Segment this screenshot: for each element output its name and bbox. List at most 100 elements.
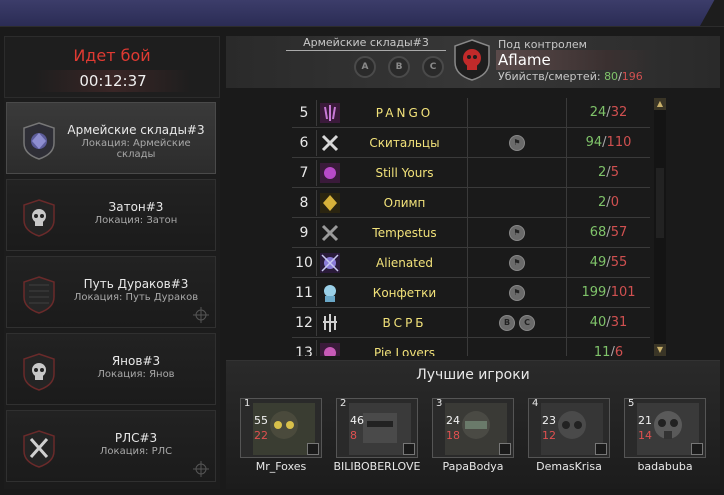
player-name: badabuba: [637, 460, 693, 473]
player-card[interactable]: 2 46 8: [336, 398, 418, 458]
clan-row[interactable]: 5 PANGO 24/32: [292, 98, 650, 128]
location-name: РЛС#3: [114, 431, 158, 445]
player-clan-icon: [499, 443, 511, 455]
clan-emblem-icon: [319, 102, 340, 123]
clan-list-scrollbar[interactable]: ▲ ▼: [654, 98, 666, 356]
scroll-down-icon[interactable]: ▼: [654, 344, 666, 356]
clan-rank: 12: [295, 314, 313, 331]
crosshair-icon: [193, 307, 209, 323]
clan-row[interactable]: 7 Still Yours 2/5: [292, 157, 650, 188]
location-item-yanov[interactable]: Янов#3 Локация: Янов: [6, 333, 216, 405]
skull-shield-icon: [23, 353, 55, 391]
clan-row[interactable]: 8 Олимп 2/0: [292, 187, 650, 218]
player-rank: 4: [532, 398, 539, 409]
clan-kd: 49/55: [589, 255, 628, 270]
clan-emblem-icon: [322, 313, 337, 332]
location-control-header: Армейские склады#3 A B C Под контролем A…: [226, 36, 720, 88]
location-item-rls[interactable]: РЛС#3 Локация: РЛС: [6, 410, 216, 482]
location-subtitle: Локация: Путь Дураков: [73, 292, 199, 303]
clan-emblem-icon: [319, 162, 340, 183]
player-rank: 1: [244, 398, 251, 409]
player-name: PapaBodya: [442, 460, 504, 473]
clan-emblem-icon: [323, 284, 336, 302]
skull-shield-icon: [23, 199, 55, 237]
scrollbar-thumb[interactable]: [656, 168, 664, 238]
clan-points: [467, 187, 567, 218]
controller-clan-name: Aflame: [496, 50, 656, 70]
clan-rank: 13: [295, 344, 313, 357]
player-kills: 55: [254, 414, 268, 427]
clan-points: [467, 157, 567, 188]
clan-kd: 94/110: [585, 135, 632, 150]
player-deaths: 8: [350, 429, 357, 442]
clan-name: Скитальцы: [369, 135, 440, 150]
clan-points: B C: [467, 307, 567, 338]
capture-point-c[interactable]: C: [422, 56, 444, 78]
clan-name: Still Yours: [375, 165, 434, 180]
player-name: BILIBOBERLOVE: [333, 460, 421, 473]
kd-deaths: 196: [621, 70, 643, 83]
clan-name: Tempestus: [372, 225, 437, 240]
player-deaths: 14: [638, 429, 652, 442]
point-b-badge: B: [499, 314, 515, 331]
player-deaths: 12: [542, 429, 556, 442]
battle-status-panel: Идет бой 00:12:37: [4, 36, 220, 98]
window-title-bar: [0, 0, 724, 26]
clan-name: Pie Lovers: [374, 345, 435, 357]
location-subtitle: Локация: Затон: [94, 215, 178, 226]
clan-emblem-icon: [319, 342, 340, 356]
clan-points: [467, 98, 567, 128]
player-card[interactable]: 5 21 14: [624, 398, 706, 458]
clan-emblem-icon: [321, 134, 338, 151]
clan-row[interactable]: 13 Pie Lovers 11/6: [292, 337, 650, 357]
location-subtitle: Локация: РЛС: [99, 446, 173, 457]
location-subtitle: Локация: Янов: [97, 369, 175, 380]
clan-kd: 40/31: [589, 315, 628, 330]
clan-name: Олимп: [383, 195, 426, 210]
player-card[interactable]: 1 55 22: [240, 398, 322, 458]
clan-points: ⚑: [467, 247, 567, 278]
clan-name: Alienated: [376, 255, 433, 270]
clan-row[interactable]: 11 Конфетки ⚑ 199/101: [292, 277, 650, 308]
battle-timer: 00:12:37: [35, 70, 191, 92]
clan-row[interactable]: 6 Скитальцы ⚑ 94/110: [292, 127, 650, 158]
player-clan-icon: [307, 443, 319, 455]
clan-row[interactable]: 10 Alienated ⚑ 49/55: [292, 247, 650, 278]
location-item-zaton[interactable]: Затон#3 Локация: Затон: [6, 179, 216, 251]
clan-rank: 7: [299, 164, 309, 181]
clan-emblem-icon: [321, 224, 338, 241]
player-card[interactable]: 3 24 18: [432, 398, 514, 458]
capture-point-a[interactable]: A: [354, 56, 376, 78]
capture-point-b[interactable]: B: [388, 56, 410, 78]
clan-rank: 10: [295, 254, 313, 271]
player-clan-icon: [403, 443, 415, 455]
clan-row[interactable]: 12 ВСРБ B C 40/31: [292, 307, 650, 338]
clan-rank: 5: [299, 104, 309, 121]
battle-status-title: Идет бой: [73, 46, 151, 65]
scroll-up-icon[interactable]: ▲: [654, 98, 666, 110]
location-name: Янов#3: [111, 354, 161, 368]
player-clan-icon: [595, 443, 607, 455]
clan-kd: 24/32: [589, 105, 628, 120]
clan-name: PANGO: [375, 105, 434, 120]
player-name: DemasKrisa: [536, 460, 602, 473]
player-card[interactable]: 4 23 12: [528, 398, 610, 458]
shield-emblem-icon: [23, 122, 55, 160]
flag-icon: ⚑: [509, 284, 525, 301]
clan-emblem-icon: [319, 192, 340, 213]
best-players-title: Лучшие игроки: [416, 367, 530, 383]
location-item-fools-path[interactable]: Путь Дураков#3 Локация: Путь Дураков: [6, 256, 216, 328]
player-deaths: 18: [446, 429, 460, 442]
location-subtitle: Локация: Армейские склады: [81, 138, 191, 160]
clan-points: ⚑: [467, 277, 567, 308]
location-name: Армейские склады#3: [67, 123, 205, 137]
player-kills: 21: [638, 414, 652, 427]
clan-row[interactable]: 9 Tempestus ⚑ 68/57: [292, 217, 650, 248]
location-name: Путь Дураков#3: [83, 277, 189, 291]
player-rank: 2: [340, 398, 347, 409]
player-name: Mr_Foxes: [255, 460, 307, 473]
clan-kd: 2/5: [598, 165, 619, 180]
player-avatar: [349, 403, 411, 455]
player-kills: 24: [446, 414, 460, 427]
location-item-army-warehouses[interactable]: Армейские склады#3 Локация: Армейские ск…: [6, 102, 216, 174]
